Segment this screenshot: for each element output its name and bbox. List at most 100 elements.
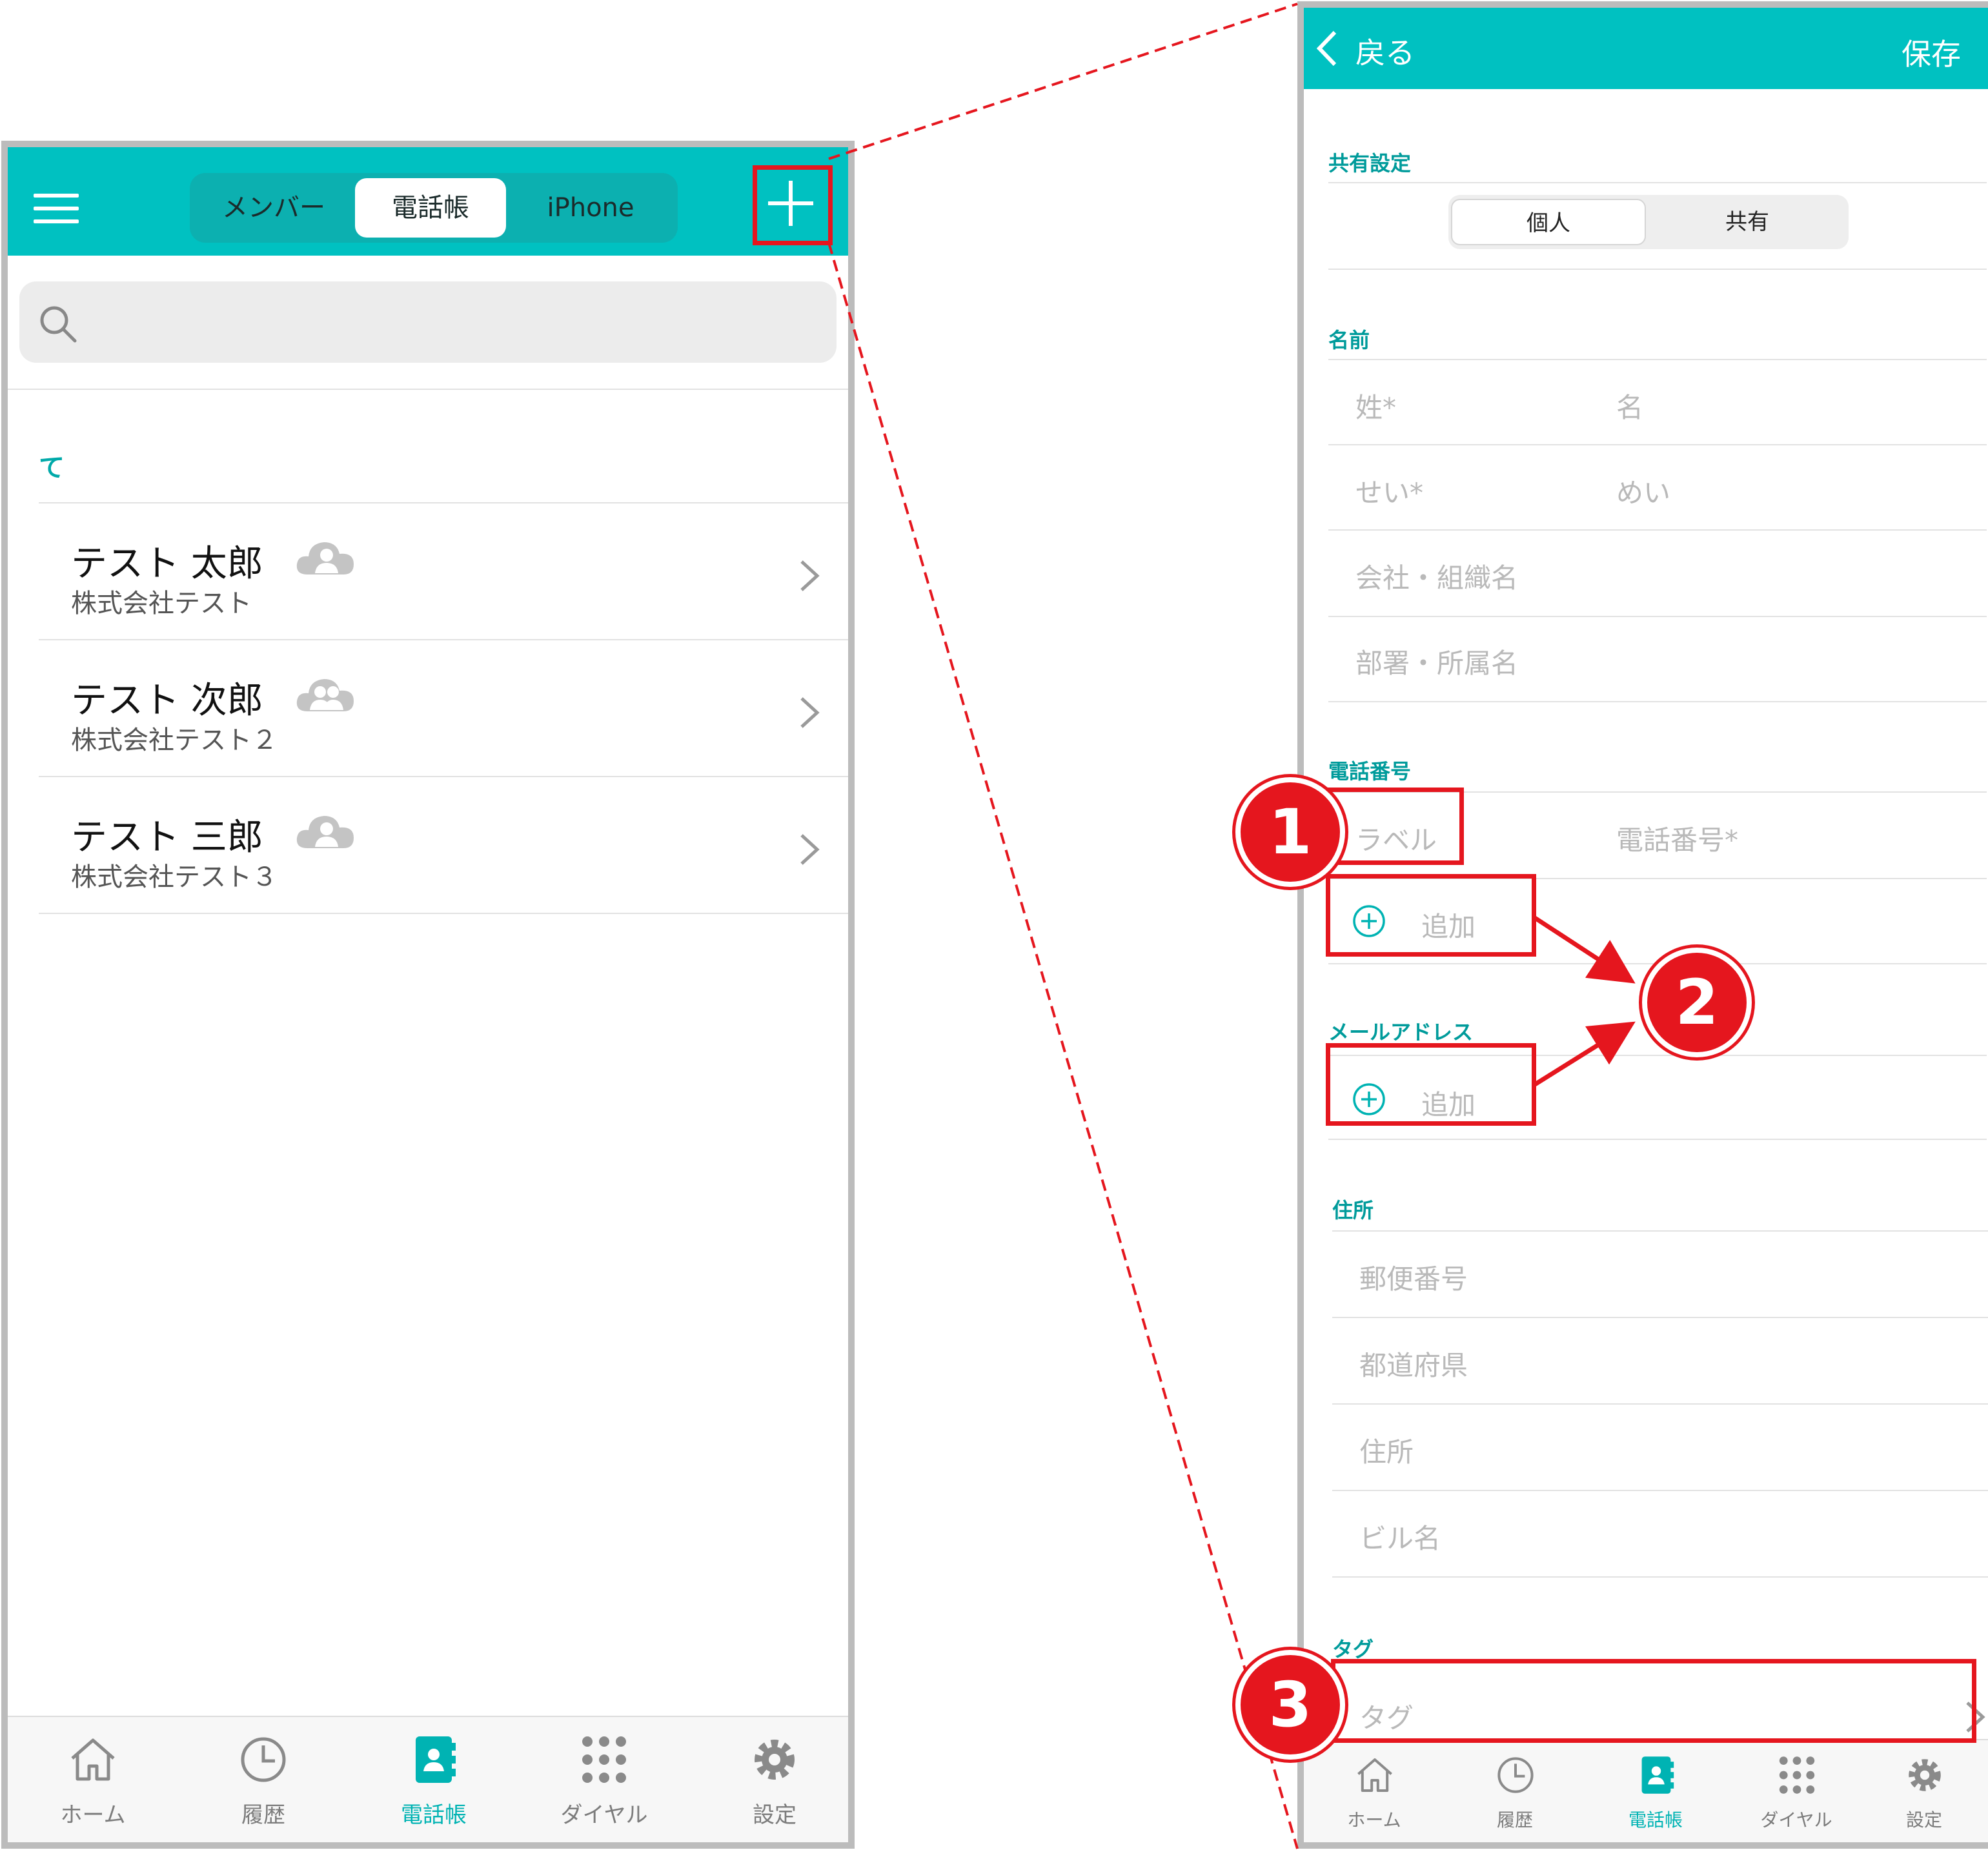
building-field[interactable]: ビル名 [1359,1517,1441,1556]
dialpad-icon [582,1736,626,1783]
divider [1332,1317,1988,1318]
address-section-title: 住所 [1332,1198,1374,1223]
divider [1332,1490,1988,1491]
tab-settings[interactable]: 設定 [1854,1740,1988,1842]
save-button[interactable]: 保存 [1902,31,1961,74]
phonebook-screen: メンバー 電話帳 iPhone て テスト 太郎 株式会社テスト テスト 次郎 … [1,141,855,1849]
tab-phonebook[interactable]: 電話帳 [1585,1740,1726,1842]
address-field[interactable]: 住所 [1359,1430,1414,1470]
highlight-add-button [753,165,833,245]
company-field[interactable]: 会社・組織名 [1355,556,1518,596]
gear-icon [755,1740,795,1780]
search-icon [40,306,77,343]
source-segmented-control: メンバー 電話帳 iPhone [190,173,678,243]
zoom-guide-line [828,3,1298,160]
tab-label: 履歴 [1496,1809,1533,1831]
tab-dial[interactable]: ダイヤル [519,1717,689,1842]
search-input[interactable] [19,281,837,363]
chevron-right-icon [800,560,820,591]
tab-history[interactable]: 履歴 [1445,1740,1585,1842]
bottom-tab-bar: ホーム 履歴 電話帳 ダイヤル 設定 [1304,1739,1988,1842]
prefecture-field[interactable]: 都道府県 [1359,1344,1468,1383]
tab-label: 履歴 [241,1802,285,1828]
clock-icon [241,1737,286,1782]
header-bar: 戻る 保存 [1304,8,1988,89]
menu-icon[interactable] [34,194,79,223]
divider [1328,616,1987,617]
tab-settings[interactable]: 設定 [689,1717,848,1842]
divider [8,389,848,390]
phonebook-icon [1641,1756,1674,1794]
contact-company: 株式会社テスト２ [71,726,278,755]
contact-company: 株式会社テスト３ [71,862,278,892]
tab-home[interactable]: ホーム [1304,1740,1445,1842]
highlight-add-email [1326,1043,1536,1126]
divider [1332,1576,1988,1578]
divider [1328,182,1987,183]
segment-members[interactable]: メンバー [196,178,351,238]
phone-number-field[interactable]: 電話番号* [1616,818,1738,858]
chevron-right-icon [800,697,820,728]
divider [1332,1403,1988,1405]
annotation-badge-3: 3 [1235,1650,1345,1760]
chevron-left-icon [1316,30,1337,66]
divider [1328,529,1987,531]
contact-row[interactable]: テスト 次郎 株式会社テスト２ [8,640,848,777]
share-option-shared[interactable]: 共有 [1650,199,1845,245]
shared-cloud-group-icon [296,679,354,711]
name-section-title: 名前 [1328,328,1370,352]
contact-name: テスト 三郎 [71,817,263,859]
clock-icon [1497,1757,1534,1793]
contact-company: 株式会社テスト [71,589,252,618]
department-field[interactable]: 部署・所属名 [1355,642,1518,681]
first-kana-field[interactable]: めい [1616,471,1670,511]
phonebook-icon [416,1736,456,1783]
divider [1332,1230,1988,1232]
tab-label: ホーム [60,1802,126,1828]
divider [1328,444,1987,445]
share-option-personal[interactable]: 個人 [1451,199,1646,245]
share-section-title: 共有設定 [1328,151,1412,176]
tab-label: 電話帳 [401,1802,467,1828]
last-name-field[interactable]: 姓* [1355,386,1396,425]
divider [1328,359,1987,360]
shared-cloud-icon [296,816,354,848]
divider [39,913,848,914]
share-segmented-control: 個人 共有 [1448,195,1849,249]
home-icon [71,1738,115,1781]
header-bar: メンバー 電話帳 iPhone [8,147,848,256]
email-section-title: メールアドレス [1328,1020,1474,1044]
tab-label: 設定 [1905,1809,1942,1831]
tab-phonebook[interactable]: 電話帳 [349,1717,519,1842]
contact-name: テスト 次郎 [71,680,263,722]
contact-row[interactable]: テスト 三郎 株式会社テスト３ [8,777,848,914]
first-name-field[interactable]: 名 [1616,386,1643,425]
last-kana-field[interactable]: せい* [1355,471,1423,511]
tab-label: 電話帳 [1628,1809,1683,1831]
chevron-right-icon [800,834,820,865]
zoom-guide-line [827,242,1299,1849]
segment-phonebook[interactable]: 電話帳 [355,178,506,238]
tab-dial[interactable]: ダイヤル [1726,1740,1867,1842]
home-icon [1357,1758,1392,1792]
tab-label: 設定 [753,1802,796,1828]
bottom-tab-bar: ホーム 履歴 電話帳 ダイヤル 設定 [8,1716,848,1842]
tab-label: ダイヤル [560,1802,648,1828]
annotation-badge-1: 1 [1235,777,1345,887]
divider [1328,701,1987,702]
postal-code-field[interactable]: 郵便番号 [1359,1257,1468,1297]
contact-row[interactable]: テスト 太郎 株式会社テスト [8,503,848,640]
tab-home[interactable]: ホーム [8,1717,178,1842]
contact-name: テスト 太郎 [71,543,263,585]
highlight-tag-field [1331,1659,1976,1743]
segment-iphone[interactable]: iPhone [510,178,671,238]
highlight-add-phone [1326,874,1536,957]
divider [1328,1139,1987,1140]
gear-icon [1909,1759,1941,1791]
shared-cloud-icon [296,542,354,574]
divider [1328,269,1987,270]
dialpad-icon [1779,1756,1815,1794]
tab-history[interactable]: 履歴 [178,1717,349,1842]
tab-label: ダイヤル [1760,1809,1832,1831]
back-label: 戻る [1355,36,1415,70]
